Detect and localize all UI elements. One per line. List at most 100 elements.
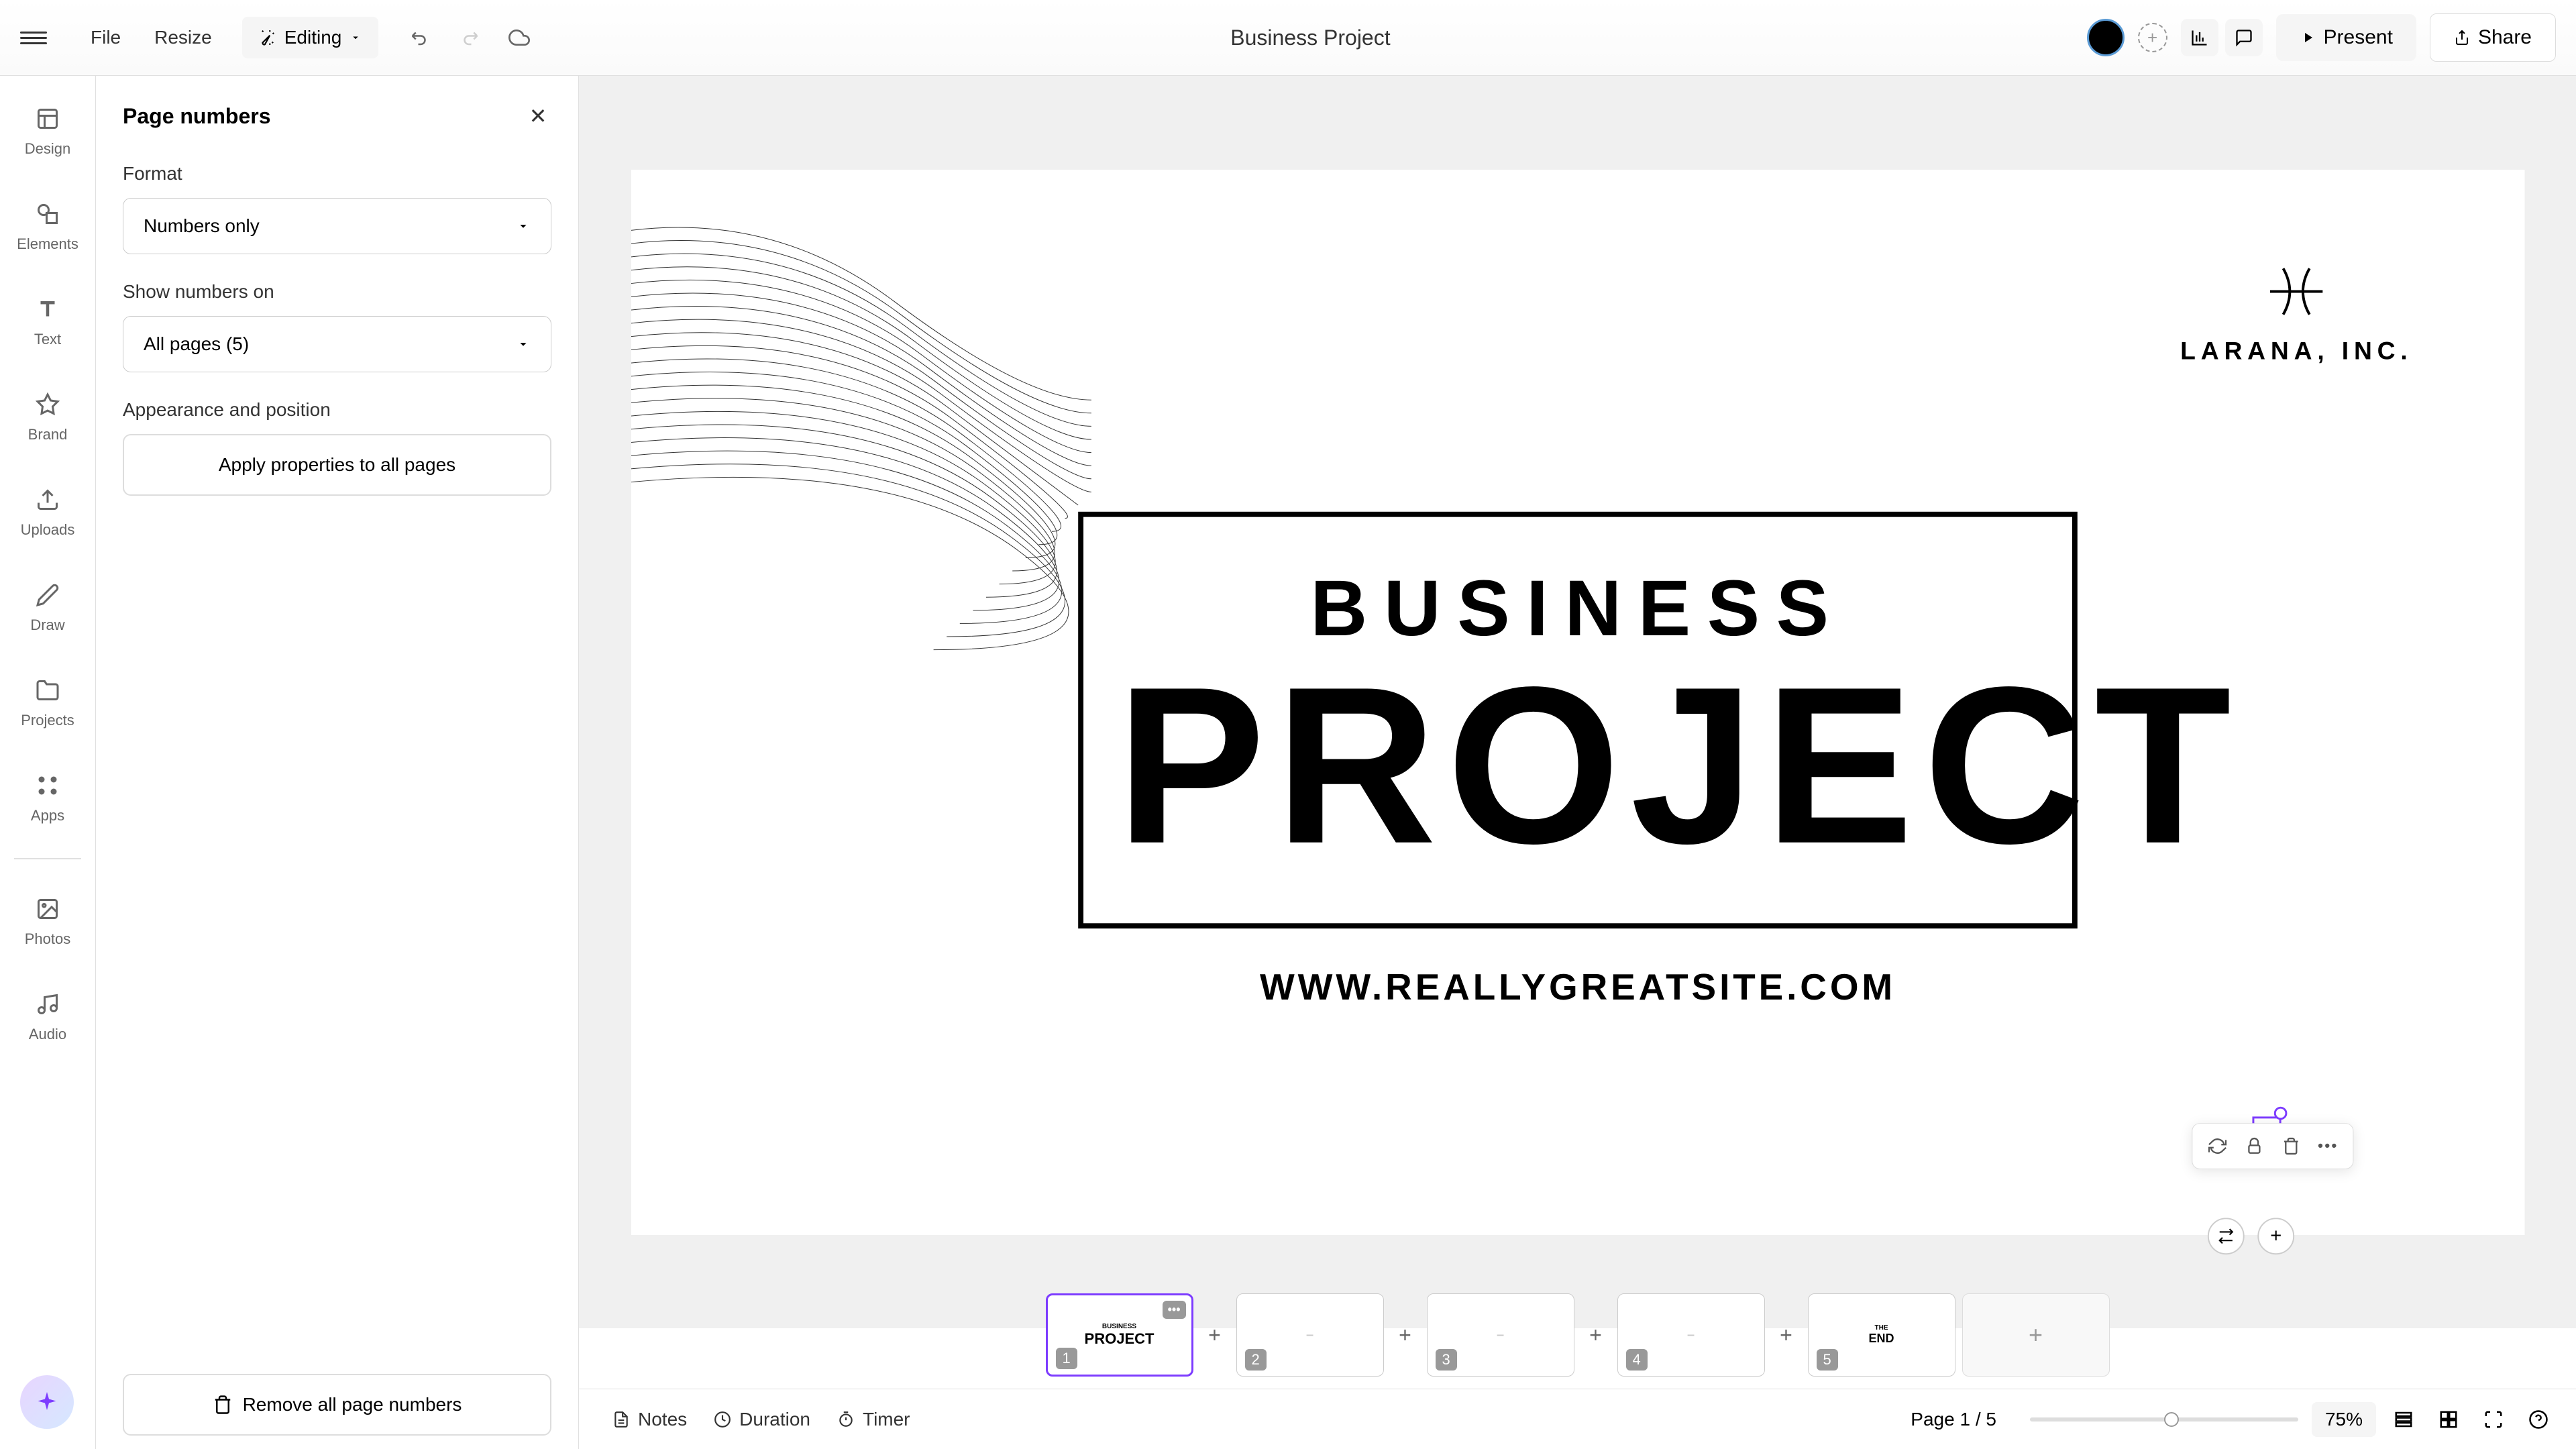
sidebar-label: Draw <box>30 616 64 634</box>
sidebar-label: Uploads <box>21 521 75 539</box>
user-avatar[interactable] <box>2087 19 2125 56</box>
more-button[interactable]: ••• <box>2312 1130 2343 1161</box>
sidebar-elements[interactable]: Elements <box>10 191 85 260</box>
sidebar-apps[interactable]: Apps <box>24 763 71 831</box>
zoom-value[interactable]: 75% <box>2312 1402 2376 1437</box>
sidebar-label: Photos <box>25 930 71 948</box>
chevron-down-icon <box>516 337 531 352</box>
notes-button[interactable]: Notes <box>599 1401 700 1438</box>
present-button[interactable]: Present <box>2276 14 2416 61</box>
close-panel-button[interactable]: ✕ <box>525 103 551 129</box>
comments-button[interactable] <box>2225 19 2263 56</box>
duration-label: Duration <box>739 1409 810 1430</box>
canvas-area[interactable]: LARANA, INC. BUSINESS PROJECT WWW.REALLY… <box>579 76 2576 1328</box>
zoom-slider[interactable] <box>2030 1417 2298 1421</box>
sidebar-text[interactable]: Text <box>25 286 70 355</box>
view-list-button[interactable] <box>2386 1402 2421 1437</box>
thumb-sublabel: THE <box>1868 1324 1894 1332</box>
thumb-sublabel: BUSINESS <box>1085 1323 1155 1330</box>
sidebar-uploads[interactable]: Uploads <box>14 477 82 545</box>
file-menu[interactable]: File <box>74 17 138 58</box>
document-title[interactable]: Business Project <box>534 25 2086 50</box>
sidebar-label: Text <box>34 331 61 348</box>
company-name: LARANA, INC. <box>2180 337 2412 366</box>
add-after-3[interactable]: + <box>1581 1320 1611 1350</box>
ai-assistant-button[interactable] <box>20 1375 74 1429</box>
thumb-number: 3 <box>1436 1349 1457 1371</box>
notes-label: Notes <box>638 1409 687 1430</box>
add-new-slide[interactable]: + <box>1962 1293 2110 1377</box>
apps-icon <box>32 769 64 802</box>
chevron-down-icon <box>350 32 362 44</box>
thumbnail-4[interactable]: –4 <box>1617 1293 1765 1377</box>
editing-mode-button[interactable]: Editing <box>242 17 379 58</box>
thumbnail-1[interactable]: BUSINESSPROJECT 1 ••• <box>1046 1293 1193 1377</box>
sidebar-label: Design <box>25 140 70 158</box>
title-box[interactable]: BUSINESS PROJECT <box>1078 511 2078 928</box>
brand-icon <box>32 388 64 421</box>
logo-area[interactable]: LARANA, INC. <box>2180 262 2412 366</box>
sidebar-label: Brand <box>28 426 68 443</box>
add-collaborator-button[interactable]: + <box>2138 23 2167 52</box>
format-label: Format <box>123 163 551 184</box>
sidebar-projects[interactable]: Projects <box>14 667 80 736</box>
slide-change-button[interactable] <box>2207 1218 2244 1254</box>
share-button[interactable]: Share <box>2430 13 2556 62</box>
add-after-4[interactable]: + <box>1772 1320 1801 1350</box>
design-icon <box>32 103 64 135</box>
sidebar-divider <box>14 858 81 859</box>
sidebar-draw[interactable]: Draw <box>23 572 71 641</box>
analytics-button[interactable] <box>2181 19 2218 56</box>
thumbnail-5[interactable]: THEEND 5 <box>1808 1293 1955 1377</box>
sidebar-photos[interactable]: Photos <box>18 886 78 955</box>
uploads-icon <box>32 484 64 516</box>
remove-numbers-button[interactable]: Remove all page numbers <box>123 1374 551 1436</box>
sidebar-label: Apps <box>31 807 64 824</box>
rotation-handle[interactable] <box>2273 1106 2287 1120</box>
format-dropdown[interactable]: Numbers only <box>123 198 551 254</box>
slide[interactable]: LARANA, INC. BUSINESS PROJECT WWW.REALLY… <box>631 170 2524 1235</box>
view-grid-button[interactable] <box>2431 1402 2466 1437</box>
website-url[interactable]: WWW.REALLYGREATSITE.COM <box>631 965 2524 1008</box>
cloud-sync-icon[interactable] <box>504 23 534 52</box>
zoom-handle[interactable] <box>2164 1412 2179 1427</box>
chevron-down-icon <box>516 219 531 233</box>
slide-add-button[interactable]: + <box>2257 1218 2294 1254</box>
elements-icon <box>32 198 64 230</box>
thumb-label: PROJECT <box>1085 1330 1155 1348</box>
floating-tools: ••• <box>2192 1123 2353 1169</box>
thumb-number: 4 <box>1626 1349 1648 1371</box>
sidebar-label: Projects <box>21 712 74 729</box>
duration-button[interactable]: Duration <box>700 1401 824 1438</box>
clock-icon <box>714 1411 731 1428</box>
regenerate-button[interactable] <box>2202 1130 2233 1161</box>
thumbnail-3[interactable]: –3 <box>1427 1293 1574 1377</box>
apply-all-button[interactable]: Apply properties to all pages <box>123 434 551 496</box>
main-menu-button[interactable] <box>20 24 47 51</box>
delete-button[interactable] <box>2275 1130 2306 1161</box>
editing-label: Editing <box>284 27 342 48</box>
sidebar-design[interactable]: Design <box>18 96 77 164</box>
logo-symbol <box>2263 262 2329 321</box>
redo-button[interactable] <box>455 23 484 52</box>
help-button[interactable] <box>2521 1402 2556 1437</box>
show-on-dropdown[interactable]: All pages (5) <box>123 316 551 372</box>
timer-button[interactable]: Timer <box>824 1401 924 1438</box>
thumbnail-2[interactable]: –2 <box>1236 1293 1384 1377</box>
fullscreen-button[interactable] <box>2476 1402 2511 1437</box>
format-value: Numbers only <box>144 215 260 237</box>
show-on-label: Show numbers on <box>123 281 551 303</box>
thumb-options[interactable]: ••• <box>1163 1301 1186 1319</box>
share-label: Share <box>2478 26 2532 49</box>
add-after-2[interactable]: + <box>1391 1320 1420 1350</box>
magic-wand-icon <box>259 29 276 46</box>
resize-menu[interactable]: Resize <box>138 17 229 58</box>
timer-label: Timer <box>863 1409 910 1430</box>
sidebar-audio[interactable]: Audio <box>22 981 73 1050</box>
lock-button[interactable] <box>2238 1130 2269 1161</box>
undo-button[interactable] <box>405 23 435 52</box>
page-indicator[interactable]: Page 1 / 5 <box>1911 1409 1996 1430</box>
sidebar-brand[interactable]: Brand <box>21 382 74 450</box>
add-after-1[interactable]: + <box>1200 1320 1230 1350</box>
sidebar-label: Audio <box>29 1026 66 1043</box>
